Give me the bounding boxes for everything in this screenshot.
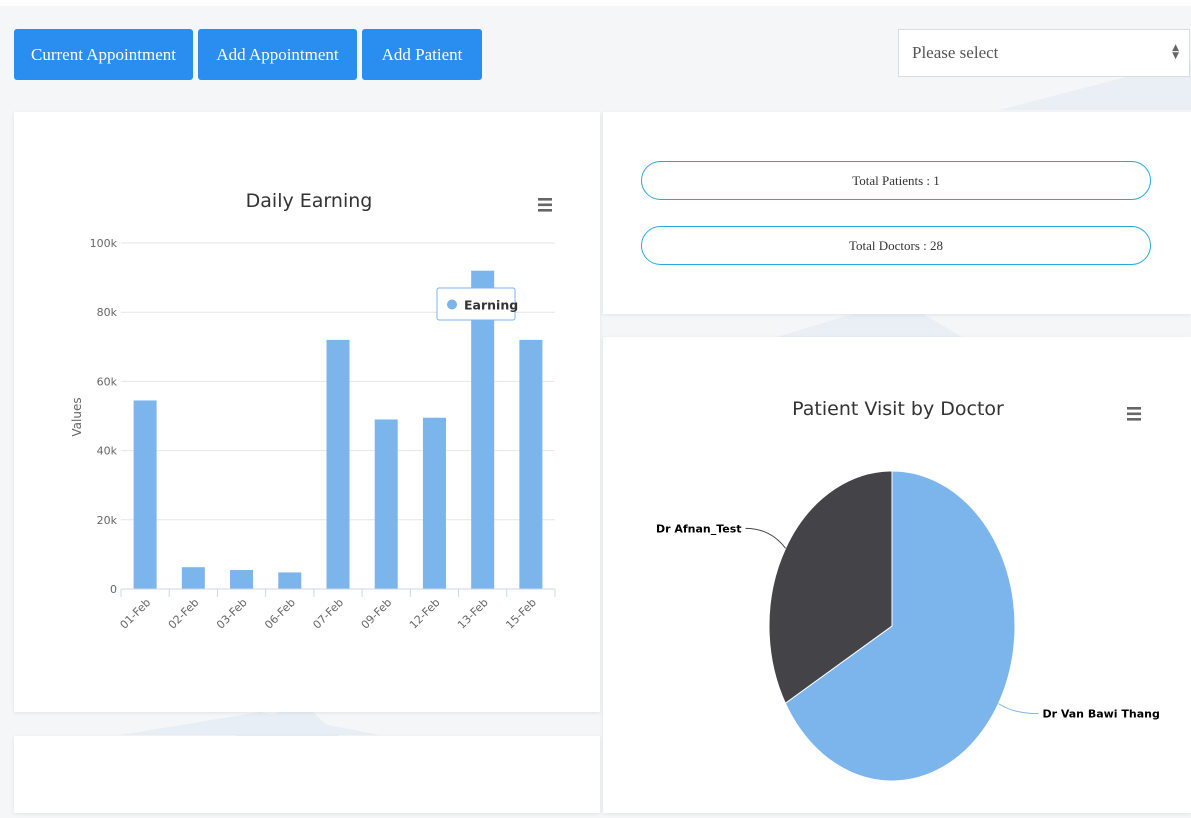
x-tick-label: 07-Feb <box>310 596 346 632</box>
x-tick-label: 15-Feb <box>503 596 539 632</box>
bar[interactable] <box>422 417 446 589</box>
patient-visit-chart: Patient Visit by Doctor Dr Van Bawi Than… <box>656 398 1160 782</box>
x-tick-label: 06-Feb <box>262 596 298 632</box>
daily-earning-card: Daily Earning Values 0 20k 40k 60k 80k 100k 0… <box>14 112 600 712</box>
top-strip <box>0 0 1191 6</box>
total-patients-pill: Total Patients : 1 <box>641 161 1151 200</box>
y-tick-label: 0 <box>110 583 117 596</box>
y-tick-label: 80k <box>97 306 118 319</box>
add-appointment-button[interactable]: Add Appointment <box>198 29 357 80</box>
total-doctors-pill: Total Doctors : 28 <box>641 226 1151 265</box>
bottom-card <box>14 736 600 813</box>
x-tick-label: 03-Feb <box>214 596 250 632</box>
doctor-select[interactable]: Please select ▲ ▼ <box>898 29 1190 77</box>
bar[interactable] <box>374 419 398 589</box>
y-tick-label: 20k <box>97 514 118 527</box>
bar[interactable] <box>230 569 254 589</box>
bar[interactable] <box>133 400 157 589</box>
pie-label: Dr Van Bawi Thang <box>1042 708 1159 721</box>
tooltip: Earning <box>436 287 518 321</box>
add-patient-button[interactable]: Add Patient <box>362 29 482 80</box>
x-tick-label: 13-Feb <box>455 596 491 632</box>
daily-earning-chart: Daily Earning Values 0 20k 40k 60k 80k 100k 0… <box>70 190 556 632</box>
bar[interactable] <box>181 567 205 589</box>
select-value: Please select <box>912 43 999 62</box>
chart-title: Patient Visit by Doctor <box>792 398 1004 420</box>
x-tick-label: 12-Feb <box>407 596 443 632</box>
y-tick-label: 40k <box>97 445 118 458</box>
bar[interactable] <box>519 339 543 589</box>
y-tick-label: 60k <box>97 375 118 388</box>
y-axis-label: Values <box>70 397 84 436</box>
tooltip-label: Earning <box>464 298 518 313</box>
x-tick-label: 01-Feb <box>118 596 154 632</box>
pie-connector <box>998 703 1039 715</box>
pie-label: Dr Afnan_Test <box>656 522 742 535</box>
stats-card: Total Patients : 1 Total Doctors : 28 <box>603 112 1191 314</box>
bar[interactable] <box>326 339 350 589</box>
current-appointment-button[interactable]: Current Appointment <box>14 29 193 80</box>
y-tick-label: 100k <box>90 237 118 250</box>
pie-connector <box>745 527 786 549</box>
chart-menu-icon[interactable] <box>1127 407 1141 421</box>
select-arrows-icon: ▲ ▼ <box>1172 43 1179 61</box>
bar[interactable] <box>278 572 302 589</box>
chart-title: Daily Earning <box>246 190 373 212</box>
x-tick-label: 09-Feb <box>359 596 395 632</box>
patient-visit-card: Patient Visit by Doctor Dr Van Bawi Than… <box>603 337 1191 813</box>
x-tick-label: 02-Feb <box>166 596 202 632</box>
chart-menu-icon[interactable] <box>538 198 552 212</box>
